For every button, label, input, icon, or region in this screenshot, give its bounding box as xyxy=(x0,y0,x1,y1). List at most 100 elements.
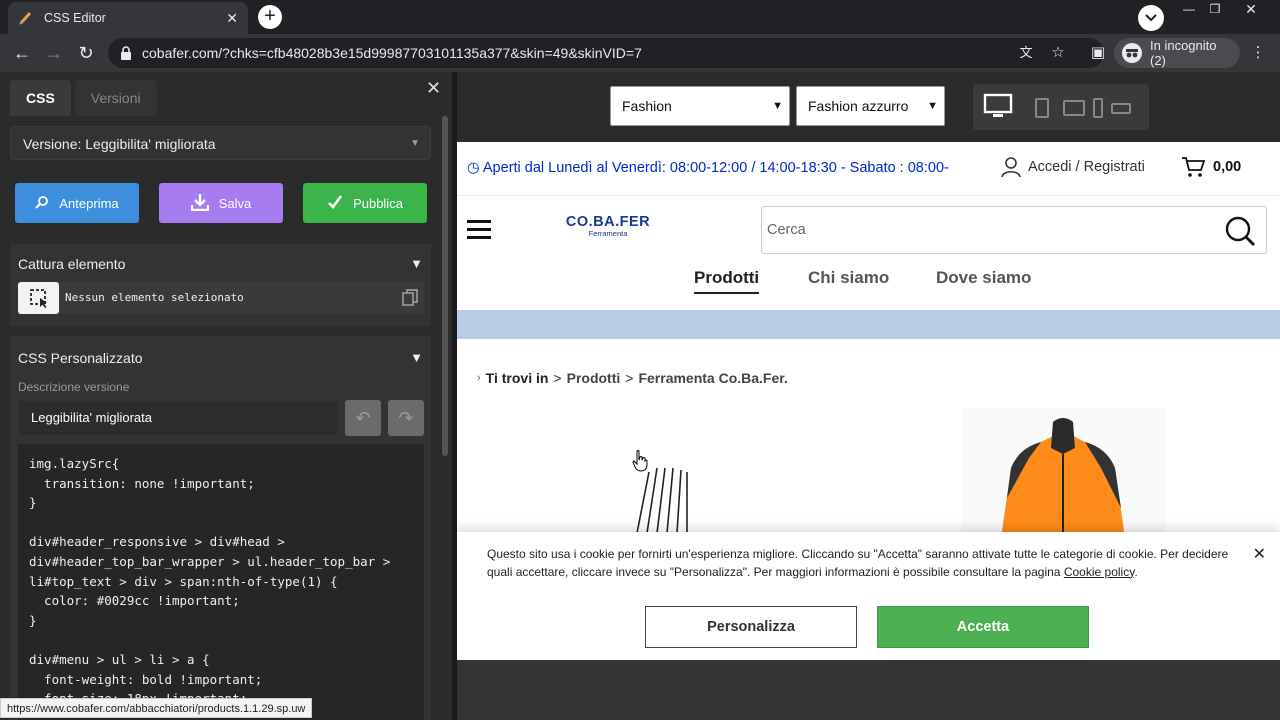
breadcrumb: › Ti trovi in > Prodotti > Ferramenta Co… xyxy=(477,370,788,386)
undo-icon[interactable]: ↶ xyxy=(345,400,381,436)
description-label: Descrizione versione xyxy=(18,380,130,394)
site-preview: ◷ Aperti dal Lunedì al Venerdì: 08:00-12… xyxy=(457,142,1280,660)
reload-icon[interactable]: ↻ xyxy=(75,42,97,64)
preview-label: Anteprima xyxy=(59,195,119,211)
chevron-down-icon: ▼ xyxy=(772,100,783,112)
login-label: Accedi / Registrati xyxy=(1028,159,1145,175)
accept-button[interactable]: Accetta xyxy=(877,606,1089,648)
skin-select-value: Fashion xyxy=(622,98,672,114)
chevron-down-icon: ▼ xyxy=(927,100,938,112)
skin-select[interactable]: Fashion ▼ xyxy=(610,86,790,126)
collapse-triangle-icon[interactable]: ▼ xyxy=(410,350,423,365)
browser-tab[interactable]: CSS Editor ✕ xyxy=(8,2,248,34)
description-input[interactable]: Leggibilita' migliorata xyxy=(18,400,338,436)
opening-hours: ◷ Aperti dal Lunedì al Venerdì: 08:00-12… xyxy=(467,160,949,176)
forward-arrow-icon[interactable]: → xyxy=(43,42,65,64)
chevron-right-icon: › xyxy=(477,372,481,384)
panel-close-icon[interactable]: ✕ xyxy=(426,78,441,99)
restore-icon[interactable]: ❐ xyxy=(1204,2,1226,18)
tab-favicon-icon xyxy=(18,10,34,26)
preview-button[interactable]: Anteprima xyxy=(15,183,139,223)
css-code-editor[interactable]: img.lazySrc{ transition: none !important… xyxy=(18,444,424,720)
breadcrumb-item[interactable]: Ferramenta Co.Ba.Fer. xyxy=(638,370,787,386)
cookie-message: Questo sito usa i cookie per fornirti un… xyxy=(487,547,1229,579)
cart-total: 0,00 xyxy=(1213,159,1242,175)
collapse-triangle-icon[interactable]: ▼ xyxy=(410,256,423,271)
chevron-down-icon: ▼ xyxy=(410,138,420,149)
version-select[interactable]: Versione: Leggibilita' migliorata ▼ xyxy=(10,126,431,160)
editor-tabs: CSS Versioni xyxy=(10,80,157,116)
capture-row: Nessun elemento selezionato xyxy=(18,282,424,314)
copy-icon[interactable] xyxy=(402,289,418,307)
chevron-down-icon xyxy=(1145,14,1157,22)
preview-topbar: Fashion ▼ Fashion azzurro ▼ xyxy=(457,72,1280,142)
cookie-banner: Questo sito usa i cookie per fornirti un… xyxy=(457,532,1280,660)
new-tab-button[interactable]: + xyxy=(258,5,282,29)
status-url-tooltip: https://www.cobafer.com/abbacchiatori/pr… xyxy=(0,698,313,718)
phone-landscape-icon[interactable] xyxy=(1111,103,1131,114)
logo-subtext: Ferramenta xyxy=(588,229,628,238)
css-editor-panel: CSS Versioni ✕ Versione: Leggibilita' mi… xyxy=(0,72,452,720)
incognito-button[interactable]: In incognito (2) xyxy=(1114,38,1240,68)
nav-prodotti[interactable]: Prodotti xyxy=(694,268,760,294)
translate-icon[interactable]: 文 xyxy=(1016,43,1036,63)
nav-dove-siamo[interactable]: Dove siamo xyxy=(936,268,1031,288)
cookie-close-icon[interactable]: ✕ xyxy=(1253,544,1266,564)
hand-cursor-icon xyxy=(632,450,648,477)
search-placeholder: Cerca xyxy=(767,222,806,238)
checkmark-icon xyxy=(327,194,343,213)
product-image-jacket[interactable] xyxy=(961,408,1165,538)
personalize-button[interactable]: Personalizza xyxy=(645,606,857,648)
device-switcher xyxy=(973,84,1149,130)
minimize-icon[interactable]: — xyxy=(1178,2,1200,18)
tab-css[interactable]: CSS xyxy=(10,80,71,116)
menu-kebab-icon[interactable]: ⋮ xyxy=(1248,43,1268,63)
cart-icon xyxy=(1182,157,1205,177)
select-element-icon[interactable] xyxy=(18,282,59,314)
phone-portrait-icon[interactable] xyxy=(1093,98,1103,118)
site-info-bar: ◷ Aperti dal Lunedì al Venerdì: 08:00-12… xyxy=(457,142,1280,196)
publish-button[interactable]: Pubblica xyxy=(303,183,427,223)
hamburger-menu-icon[interactable] xyxy=(467,220,491,240)
window-close-icon[interactable]: ✕ xyxy=(1240,2,1262,18)
login-link[interactable]: Accedi / Registrati xyxy=(1000,156,1145,178)
clock-icon: ◷ xyxy=(467,160,480,176)
save-button[interactable]: Salva xyxy=(159,183,283,223)
breadcrumb-item[interactable]: Prodotti xyxy=(567,370,621,386)
search-icon xyxy=(35,195,49,212)
cookie-policy-link[interactable]: Cookie policy xyxy=(1064,565,1134,579)
bookmark-star-icon[interactable]: ☆ xyxy=(1048,43,1068,63)
logo-text: CO.BA.FER xyxy=(565,214,651,230)
incognito-label: In incognito (2) xyxy=(1150,38,1217,68)
browser-toolbar: ← → ↻ cobafer.com/?chks=cfb48028b3e15d99… xyxy=(0,34,1280,72)
address-bar[interactable]: cobafer.com/?chks=cfb48028b3e15d99987703… xyxy=(108,38,1104,68)
panel-scrollbar[interactable] xyxy=(442,116,448,456)
cart-link[interactable]: 0,00 xyxy=(1181,156,1241,178)
variant-select-value: Fashion azzurro xyxy=(808,98,909,114)
site-search[interactable]: Cerca xyxy=(761,206,1267,254)
capture-status: Nessun elemento selezionato xyxy=(65,291,244,304)
back-arrow-icon[interactable]: ← xyxy=(11,42,33,64)
url-text: cobafer.com/?chks=cfb48028b3e15d99987703… xyxy=(142,45,642,61)
capture-title: Cattura elemento xyxy=(18,256,126,272)
tab-search-button[interactable] xyxy=(1138,5,1164,31)
download-icon xyxy=(190,193,209,214)
redo-icon[interactable]: ↷ xyxy=(388,400,424,436)
preview-area: Fashion ▼ Fashion azzurro ▼ ◷ Aperti dal… xyxy=(457,72,1280,720)
site-logo[interactable]: CO.BA.FER Ferramenta xyxy=(564,214,652,238)
nav-chi-siamo[interactable]: Chi siamo xyxy=(808,268,889,288)
variant-select[interactable]: Fashion azzurro ▼ xyxy=(796,86,945,126)
publish-label: Pubblica xyxy=(353,195,403,211)
user-icon xyxy=(1001,157,1021,178)
opening-hours-text: Aperti dal Lunedì al Venerdì: 08:00-12:0… xyxy=(482,160,949,176)
breadcrumb-prefix: Ti trovi in xyxy=(485,370,549,386)
tablet-portrait-icon[interactable] xyxy=(1035,98,1049,118)
tablet-landscape-icon[interactable] xyxy=(1063,100,1085,116)
desktop-icon[interactable] xyxy=(983,92,1013,122)
search-icon[interactable] xyxy=(1224,215,1256,252)
lock-icon xyxy=(121,46,131,60)
tab-close-icon[interactable]: ✕ xyxy=(226,10,238,27)
tab-versioni[interactable]: Versioni xyxy=(74,80,157,116)
save-label: Salva xyxy=(218,195,252,211)
side-panel-icon[interactable]: ▣ xyxy=(1088,43,1108,63)
